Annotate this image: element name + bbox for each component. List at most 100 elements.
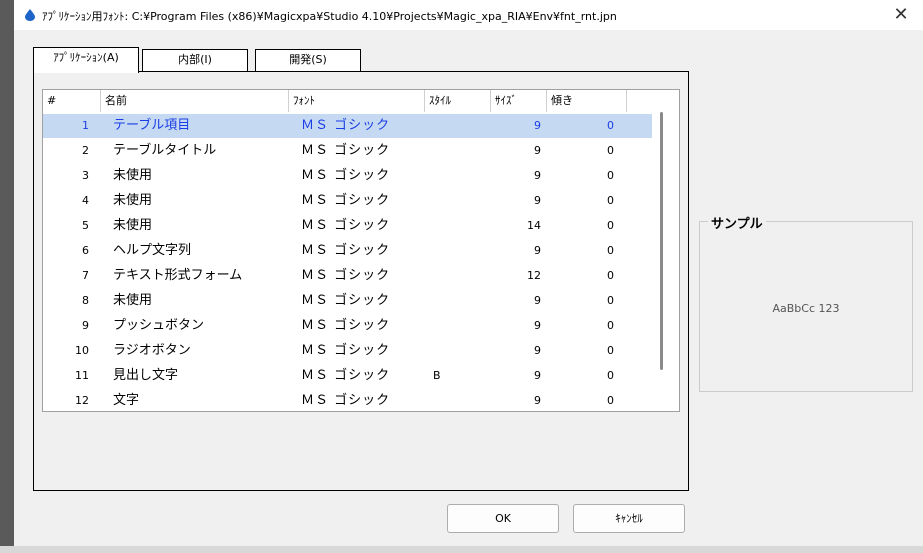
row-slant: 0: [607, 169, 614, 182]
close-button[interactable]: ✕: [887, 2, 915, 28]
table-header: # 名前 ﾌｫﾝﾄ ｽﾀｲﾙ ｻｲｽﾞ 傾き: [43, 90, 652, 112]
row-style: B: [433, 369, 441, 382]
row-font: ＭＳ ゴシック: [301, 218, 391, 233]
row-name: プッシュボタン: [113, 318, 205, 333]
table-row[interactable]: 8 未使用 ＭＳ ゴシック 9 0: [43, 289, 652, 313]
row-size: 9: [534, 169, 541, 182]
row-size: 9: [534, 394, 541, 407]
row-style: [433, 214, 473, 238]
row-style: [433, 389, 473, 411]
row-name: ラジオボタン: [113, 343, 191, 358]
row-num: 11: [75, 369, 89, 382]
row-slant: 0: [607, 119, 614, 132]
row-num: 6: [82, 244, 89, 257]
row-name: 未使用: [113, 168, 153, 183]
table-row[interactable]: 12 文字 ＭＳ ゴシック 9 0: [43, 389, 652, 411]
row-num: 7: [82, 269, 89, 282]
row-style: [433, 114, 473, 138]
row-size: 12: [527, 269, 541, 282]
cancel-button[interactable]: ｷｬﾝｾﾙ: [573, 504, 685, 533]
row-slant: 0: [607, 294, 614, 307]
header-size[interactable]: ｻｲｽﾞ: [491, 90, 547, 112]
row-style: [433, 164, 473, 188]
row-num: 3: [82, 169, 89, 182]
row-slant: 0: [607, 344, 614, 357]
row-font: ＭＳ ゴシック: [301, 268, 391, 283]
row-style: [433, 139, 473, 163]
table-scrollbar[interactable]: [660, 112, 663, 370]
row-num: 4: [82, 194, 89, 207]
table-row[interactable]: 4 未使用 ＭＳ ゴシック 9 0: [43, 189, 652, 213]
font-table[interactable]: # 名前 ﾌｫﾝﾄ ｽﾀｲﾙ ｻｲｽﾞ 傾き 1 テーブル項目 ＭＳ ゴシック …: [42, 89, 680, 412]
window-bottom-edge: [0, 546, 923, 553]
row-style: [433, 239, 473, 263]
row-font: ＭＳ ゴシック: [301, 193, 391, 208]
header-style[interactable]: ｽﾀｲﾙ: [425, 90, 491, 112]
row-name: 見出し文字: [113, 368, 179, 383]
row-size: 9: [534, 194, 541, 207]
table-row[interactable]: 5 未使用 ＭＳ ゴシック 14 0: [43, 214, 652, 238]
row-size: 9: [534, 344, 541, 357]
row-name: テーブル項目: [113, 118, 191, 133]
row-font: ＭＳ ゴシック: [301, 343, 391, 358]
title-bar: ｱﾌﾟﾘｹｰｼｮﾝ用ﾌｫﾝﾄ: C:¥Program Files (x86)¥M…: [14, 0, 923, 30]
table-row[interactable]: 6 ヘルプ文字列 ＭＳ ゴシック 9 0: [43, 239, 652, 263]
window-title: ｱﾌﾟﾘｹｰｼｮﾝ用ﾌｫﾝﾄ: C:¥Program Files (x86)¥M…: [42, 10, 617, 23]
window-left-edge: [0, 0, 14, 553]
row-slant: 0: [607, 319, 614, 332]
row-slant: 0: [607, 194, 614, 207]
table-row[interactable]: 10 ラジオボタン ＭＳ ゴシック 9 0: [43, 339, 652, 363]
row-name: テーブルタイトル: [113, 143, 217, 158]
table-row[interactable]: 11 見出し文字 ＭＳ ゴシック B 9 0: [43, 364, 652, 388]
row-slant: 0: [607, 369, 614, 382]
header-name[interactable]: 名前: [101, 90, 289, 112]
row-style: [433, 289, 473, 313]
row-style: [433, 314, 473, 338]
table-row[interactable]: 7 テキスト形式フォーム ＭＳ ゴシック 12 0: [43, 264, 652, 288]
row-num: 5: [82, 219, 89, 232]
row-name: 文字: [113, 393, 140, 408]
row-font: ＭＳ ゴシック: [301, 168, 391, 183]
row-style: [433, 339, 473, 363]
sample-text: AaBbCc 123: [772, 302, 840, 315]
row-slant: 0: [607, 144, 614, 157]
header-num[interactable]: #: [43, 90, 101, 112]
ok-button[interactable]: OK: [447, 504, 559, 533]
app-drop-icon: [25, 9, 35, 21]
row-num: 10: [75, 344, 89, 357]
row-size: 14: [527, 219, 541, 232]
row-name: 未使用: [113, 293, 153, 308]
row-size: 9: [534, 119, 541, 132]
header-font[interactable]: ﾌｫﾝﾄ: [289, 90, 425, 112]
tab-internal[interactable]: 内部(I): [142, 49, 248, 71]
row-style: [433, 264, 473, 288]
sample-preview-box: AaBbCc 123: [699, 221, 913, 392]
row-font: ＭＳ ゴシック: [301, 368, 391, 383]
row-slant: 0: [607, 394, 614, 407]
row-num: 12: [75, 394, 89, 407]
table-row[interactable]: 9 プッシュボタン ＭＳ ゴシック 9 0: [43, 314, 652, 338]
table-row[interactable]: 3 未使用 ＭＳ ゴシック 9 0: [43, 164, 652, 188]
row-font: ＭＳ ゴシック: [301, 393, 391, 408]
row-slant: 0: [607, 269, 614, 282]
tab-development[interactable]: 開発(S): [255, 49, 361, 71]
tab-application[interactable]: ｱﾌﾟﾘｹｰｼｮﾝ(A): [33, 47, 139, 73]
row-font: ＭＳ ゴシック: [301, 293, 391, 308]
row-num: 1: [82, 119, 89, 132]
row-name: 未使用: [113, 218, 153, 233]
row-size: 9: [534, 369, 541, 382]
row-name: 未使用: [113, 193, 153, 208]
row-size: 9: [534, 244, 541, 257]
row-slant: 0: [607, 244, 614, 257]
header-slant[interactable]: 傾き: [547, 90, 627, 112]
row-num: 2: [82, 144, 89, 157]
row-font: ＭＳ ゴシック: [301, 243, 391, 258]
row-font[interactable]: ＭＳ ゴシック: [301, 114, 421, 138]
row-slant: 0: [607, 219, 614, 232]
row-size: 9: [534, 294, 541, 307]
row-num: 8: [82, 294, 89, 307]
table-row[interactable]: 2 テーブルタイトル ＭＳ ゴシック 9 0: [43, 139, 652, 163]
row-name: ヘルプ文字列: [113, 243, 192, 258]
table-row[interactable]: 1 テーブル項目 ＭＳ ゴシック 9 0: [43, 114, 652, 138]
row-font: ＭＳ ゴシック: [301, 143, 391, 158]
